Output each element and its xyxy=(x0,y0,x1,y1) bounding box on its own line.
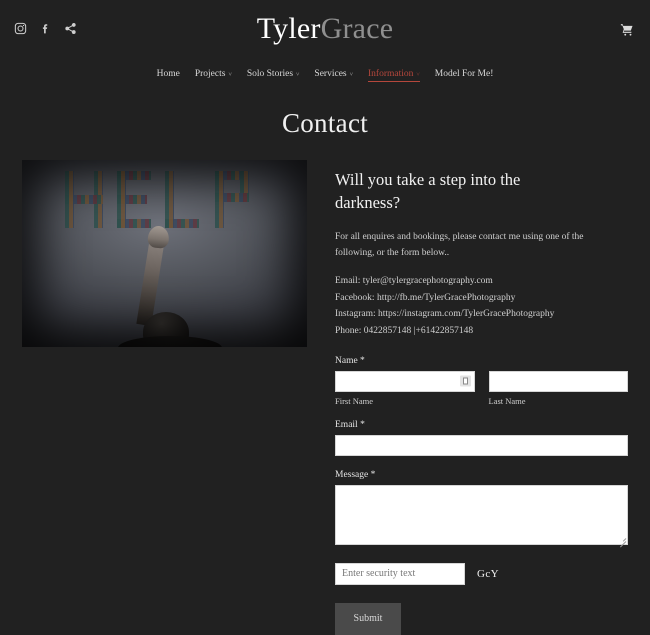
captcha-challenge-text: GcY xyxy=(477,567,499,580)
email-group: Email * xyxy=(335,420,628,456)
last-name-group: Last Name xyxy=(488,370,628,406)
name-fields-row: First Name Last Name xyxy=(335,370,628,406)
contact-details-list: Email: tyler@tylergracephotography.com F… xyxy=(335,273,628,340)
brand-second: Grace xyxy=(320,12,394,45)
photo-vignette xyxy=(22,160,307,347)
cart-icon[interactable] xyxy=(620,23,634,37)
security-text-input[interactable] xyxy=(335,562,465,585)
nav-item-projects[interactable]: Projects ˅ xyxy=(195,69,232,81)
first-name-input[interactable] xyxy=(335,370,475,392)
last-name-input-wrap xyxy=(488,370,628,392)
contact-intro-text: For all enquires and bookings, please co… xyxy=(335,231,584,258)
nav-item-home[interactable]: Home xyxy=(157,69,180,81)
contact-photo-container xyxy=(22,159,307,347)
chevron-down-icon: ˅ xyxy=(296,72,300,78)
first-name-sublabel: First Name xyxy=(335,395,374,406)
page-title: Contact xyxy=(281,108,369,138)
last-name-input[interactable] xyxy=(488,370,628,392)
message-group: Message * xyxy=(335,470,628,545)
site-logo[interactable]: TylerGrace xyxy=(0,14,650,44)
content-area: Will you take a step into the darkness? … xyxy=(0,159,650,635)
contact-facebook[interactable]: Facebook: http://fb.me/TylerGracePhotogr… xyxy=(335,290,628,307)
nav-label: Services xyxy=(314,69,347,79)
main-navigation: Home Projects ˅ Solo Stories ˅ Services … xyxy=(0,64,650,86)
captcha-row: GcY xyxy=(335,562,628,585)
name-field-label: Name * xyxy=(335,355,365,366)
captcha-input-wrap xyxy=(335,562,465,585)
contact-email[interactable]: Email: tyler@tylergracephotography.com xyxy=(335,273,628,290)
chevron-down-icon: ˅ xyxy=(416,71,420,78)
first-name-group: First Name xyxy=(335,370,475,406)
chevron-down-icon: ˅ xyxy=(228,72,232,78)
site-header: TylerGrace xyxy=(0,0,650,58)
email-field-label: Email * xyxy=(335,419,365,430)
nav-label: Projects xyxy=(194,69,226,79)
brand-first: Tyler xyxy=(256,12,321,45)
nav-label: Information xyxy=(368,68,414,79)
nav-label: Model For Me! xyxy=(434,69,494,79)
contact-phone[interactable]: Phone: 0422857148 |+61422857148 xyxy=(335,323,628,340)
email-input[interactable] xyxy=(335,434,628,456)
first-name-input-wrap xyxy=(335,370,475,392)
contact-form: Name * First Name Last Name Email * Mess… xyxy=(335,356,628,635)
nav-item-services[interactable]: Services ˅ xyxy=(314,69,353,81)
nav-label: Solo Stories xyxy=(246,69,294,79)
contact-details-column: Will you take a step into the darkness? … xyxy=(335,159,628,635)
nav-item-model-for-me[interactable]: Model For Me! xyxy=(435,69,494,81)
message-textarea-wrap xyxy=(335,484,628,545)
contact-instagram[interactable]: Instagram: https://instagram.com/TylerGr… xyxy=(335,306,628,323)
contact-headline: Will you take a step into the darkness? xyxy=(335,170,521,212)
nav-item-information[interactable]: Information ˅ xyxy=(368,69,420,82)
nav-item-solo-stories[interactable]: Solo Stories ˅ xyxy=(247,69,300,81)
chevron-down-icon: ˅ xyxy=(349,72,353,78)
message-field-label: Message * xyxy=(335,469,376,480)
nav-label: Home xyxy=(156,69,180,79)
autofill-icon[interactable] xyxy=(459,375,471,387)
message-textarea[interactable] xyxy=(335,484,628,545)
contact-photo xyxy=(22,160,307,347)
last-name-sublabel: Last Name xyxy=(488,395,526,406)
